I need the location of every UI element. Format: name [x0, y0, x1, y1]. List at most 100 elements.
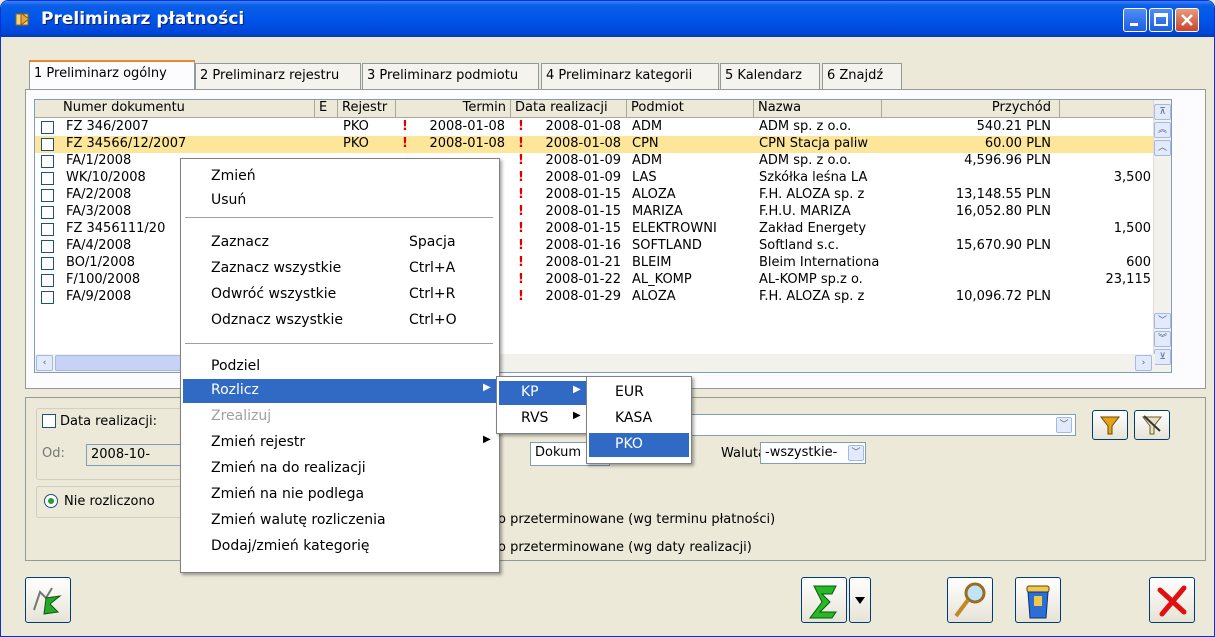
row-checkbox[interactable] [41, 274, 54, 287]
col-nazwa[interactable]: Nazwa [754, 100, 882, 118]
cell-data: 2008-01-15 [545, 204, 621, 219]
menu-item-pko[interactable]: PKO [589, 433, 689, 457]
menu-item-kp[interactable]: KP ▶ [499, 381, 587, 405]
col-data-realizacji[interactable]: Data realizacji [511, 100, 627, 118]
tab-preliminarz-rejestru[interactable]: 2 Preliminarz rejestru [195, 63, 361, 89]
cell-podmiot: CPN [632, 136, 659, 151]
scroll-thumb[interactable] [55, 355, 185, 371]
menu-item-zaznacz[interactable]: Zaznacz Spacja [183, 231, 497, 255]
cell-nazwa: ADM sp. z o.o. [759, 153, 852, 168]
table-row[interactable]: FZ 346/2007 PKO 2008-01-08 2008-01-08 ADM ADM… [35, 119, 1155, 136]
menu-item-eur[interactable]: EUR [589, 381, 689, 405]
scroll-bottom-icon[interactable]: ⊻ [1154, 349, 1171, 365]
date-checkbox[interactable] [42, 414, 56, 428]
row-checkbox[interactable] [41, 121, 54, 134]
menu-item-kasa[interactable]: KASA [589, 407, 689, 431]
filter-button[interactable] [1092, 410, 1128, 440]
menu-item-usu-[interactable]: Usuń [183, 189, 497, 213]
menu-item-dodaj-zmie-kategori-[interactable]: Dodaj/zmień kategorię [183, 535, 497, 559]
cell-przychod: 10,096.72 PLN [955, 289, 1051, 304]
col-rozchod[interactable] [1060, 100, 1155, 118]
menu-item-podziel[interactable]: Podziel [183, 355, 497, 379]
menu-item-zrealizuj[interactable]: Zrealizuj [183, 405, 497, 429]
menu-item-odwr-wszystkie[interactable]: Odwróć wszystkie Ctrl+R [183, 283, 497, 307]
menu-item-shortcut: Ctrl+R [409, 286, 456, 302]
row-checkbox[interactable] [41, 257, 54, 270]
row-checkbox[interactable] [41, 155, 54, 168]
row-checkbox[interactable] [41, 138, 54, 151]
cell-data: 2008-01-09 [545, 153, 621, 168]
delete-button[interactable] [1015, 577, 1061, 623]
settle-button[interactable] [801, 577, 847, 623]
minimize-button[interactable] [1123, 8, 1147, 32]
cell-termin: 2008-01-08 [429, 119, 505, 134]
menu-item-zmie-walut-rozliczenia[interactable]: Zmień walutę rozliczenia [183, 509, 497, 533]
close-button[interactable] [1175, 8, 1199, 32]
maximize-button[interactable] [1149, 8, 1173, 32]
menu-item-rvs[interactable]: RVS ▶ [499, 407, 587, 431]
row-checkbox[interactable] [41, 172, 54, 185]
scroll-left-icon[interactable]: ‹ [36, 355, 53, 371]
table-row[interactable]: FZ 34566/12/2007 PKO 2008-01-08 2008-01-08 C… [35, 136, 1155, 153]
menu-item-rozlicz[interactable]: Rozlicz ▶ [183, 379, 497, 403]
col-e[interactable]: E [315, 100, 338, 118]
menu-item-zmie-[interactable]: Zmień [183, 165, 497, 189]
title-bar[interactable]: Preliminarz płatności [1, 1, 1214, 37]
tab-preliminarz-ogolny[interactable]: 1 Preliminarz ogólny [29, 60, 195, 90]
menu-item-label: Zrealizuj [211, 408, 272, 424]
tab-kalendarz[interactable]: 5 Kalendarz [720, 63, 820, 89]
menu-item-label: Zaznacz [211, 234, 270, 250]
od-date-field[interactable]: 2008-10- [86, 444, 186, 466]
menu-item-odznacz-wszystkie[interactable]: Odznacz wszystkie Ctrl+O [183, 309, 497, 333]
menu-item-label: Zmień na do realizacji [211, 460, 366, 476]
row-checkbox[interactable] [41, 206, 54, 219]
menu-item-zmie-rejestr[interactable]: Zmień rejestr ▶ [183, 431, 497, 455]
row-checkbox[interactable] [41, 240, 54, 253]
row-checkbox[interactable] [41, 291, 54, 304]
cell-podmiot: ALOZA [632, 187, 676, 202]
tab-preliminarz-podmiotu[interactable]: 3 Preliminarz podmiotu [362, 63, 539, 89]
cell-rozchod [1062, 187, 1155, 204]
tab-znajdz[interactable]: 6 Znajdź [822, 63, 902, 89]
overdue-icon: ! [402, 136, 408, 151]
chevron-down-icon[interactable]: ﹀ [848, 445, 864, 461]
menu-separator [185, 217, 493, 218]
accounting-button[interactable] [25, 577, 71, 623]
scroll-page-down-icon[interactable]: ︾ [1154, 331, 1171, 347]
chevron-down-icon[interactable]: ﹀ [1056, 417, 1072, 433]
filter-combo[interactable] [691, 414, 1076, 436]
col-podmiot[interactable]: Podmiot [627, 100, 754, 118]
od-label: Od: [42, 446, 65, 461]
row-checkbox[interactable] [41, 189, 54, 202]
scroll-down-icon[interactable]: ﹀ [1154, 313, 1171, 329]
nie-rozliczono-radio[interactable] [44, 494, 58, 508]
col-przychod[interactable]: Przychód [882, 100, 1060, 118]
menu-item-zmie-na-do-realizacji[interactable]: Zmień na do realizacji [183, 457, 497, 481]
menu-item-label: Zmień [211, 168, 256, 184]
cell-podmiot: AL_KOMP [632, 272, 692, 287]
close-icon [1157, 585, 1187, 617]
row-checkbox[interactable] [41, 223, 54, 236]
overdue-icon: ! [518, 289, 524, 304]
vertical-scrollbar[interactable]: ⊼ ︽ ︿ ﹀ ︾ ⊻ [1153, 100, 1171, 372]
caret-down-icon [855, 597, 865, 604]
scroll-top-icon[interactable]: ⊼ [1154, 104, 1171, 120]
menu-item-zaznacz-wszystkie[interactable]: Zaznacz wszystkie Ctrl+A [183, 257, 497, 281]
col-rejestr[interactable]: Rejestr [338, 100, 396, 118]
cell-przychod: 13,148.55 PLN [955, 187, 1051, 202]
cell-num: FZ 346/2007 [66, 119, 149, 134]
scroll-right-icon[interactable]: › [1135, 355, 1152, 371]
cell-przychod [885, 170, 1055, 187]
cell-podmiot: BLEIM [632, 255, 672, 270]
clear-filter-button[interactable] [1134, 410, 1170, 440]
scroll-page-up-icon[interactable]: ︽ [1154, 122, 1171, 138]
col-termin[interactable]: Termin [396, 100, 511, 118]
menu-item-zmie-na-nie-podlega[interactable]: Zmień na nie podlega [183, 483, 497, 507]
preview-button[interactable] [947, 577, 993, 623]
cell-nazwa: Zakład Energety [759, 221, 867, 236]
settle-dropdown-button[interactable] [849, 577, 871, 623]
tab-preliminarz-kategorii[interactable]: 4 Preliminarz kategorii [541, 63, 719, 89]
scroll-up-icon[interactable]: ︿ [1154, 140, 1171, 156]
cancel-button[interactable] [1149, 577, 1195, 623]
col-numer[interactable]: Numer dokumentu [35, 100, 315, 118]
